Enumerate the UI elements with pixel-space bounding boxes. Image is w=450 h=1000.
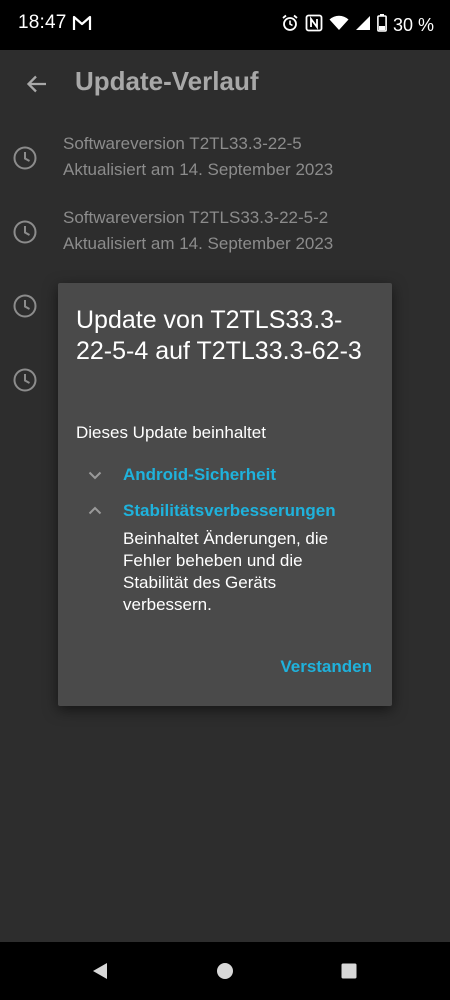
dialog-subheading: Dieses Update beinhaltet: [76, 423, 266, 442]
clock-icon: [12, 219, 38, 250]
navigation-bar: [0, 942, 450, 1000]
update-details-dialog: Update von T2TLS33.3-22-5-4 auf T2TL33.3…: [58, 283, 392, 706]
section-label: Stabilitätsverbesserungen: [123, 501, 336, 520]
list-item[interactable]: Softwareversion T2TLS33.3-22-5-2 Aktuali…: [0, 194, 450, 268]
section-description: Beinhaltet Änderungen, die Fehler behebe…: [123, 529, 329, 614]
wifi-icon: [329, 15, 349, 36]
recents-icon[interactable]: [338, 960, 360, 982]
status-time: 18:47: [18, 12, 67, 33]
list-item[interactable]: Softwareversion T2TL33.3-22-5 Aktualisie…: [0, 120, 450, 194]
clock-icon: [12, 145, 38, 176]
clock-icon: [12, 367, 38, 398]
section-label: Android-Sicherheit: [123, 465, 277, 484]
back-icon[interactable]: [89, 960, 111, 982]
section-android-security[interactable]: Android-Sicherheit: [86, 463, 276, 487]
list-item-title: Softwareversion T2TL33.3-22-5: [63, 134, 302, 153]
battery-icon: [377, 13, 387, 37]
confirm-button[interactable]: Verstanden: [280, 657, 372, 677]
list-item-subtitle: Aktualisiert am 14. September 2023: [63, 160, 334, 179]
section-stability[interactable]: Stabilitätsverbesserungen: [86, 499, 336, 523]
status-icons: 30 %: [281, 12, 434, 38]
app-bar: Update-Verlauf: [0, 50, 450, 116]
page-title: Update-Verlauf: [75, 66, 259, 96]
dialog-title: Update von T2TLS33.3-22-5-4 auf T2TL33.3…: [76, 306, 362, 365]
chevron-down-icon: [86, 466, 104, 484]
alarm-icon: [281, 14, 299, 37]
screen: 18:47 30 % Update-Verlauf Softwareversio…: [0, 0, 450, 1000]
list-item-subtitle: Aktualisiert am 14. September 2023: [63, 234, 334, 253]
clock-icon: [12, 293, 38, 324]
home-icon[interactable]: [214, 960, 236, 982]
nfc-icon: [305, 14, 323, 37]
battery-percentage: 30 %: [392, 14, 434, 35]
gmail-icon: [72, 15, 92, 36]
arrow-left-icon[interactable]: [22, 69, 52, 99]
signal-icon: [355, 15, 371, 36]
status-bar: 18:47 30 %: [0, 0, 450, 50]
list-item-title: Softwareversion T2TLS33.3-22-5-2: [63, 208, 329, 227]
chevron-up-icon: [86, 502, 104, 520]
